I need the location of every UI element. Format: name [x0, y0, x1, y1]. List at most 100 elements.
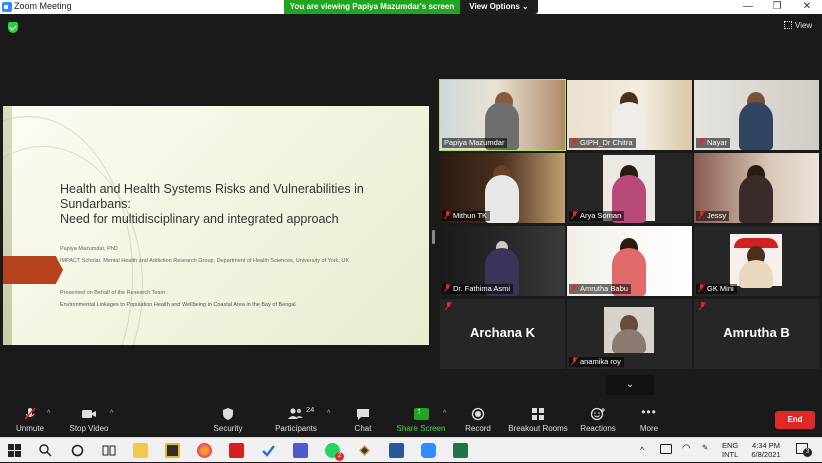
pen-icon[interactable]: ✎: [702, 443, 708, 452]
zoom-taskbar-icon[interactable]: [421, 443, 436, 458]
breakout-rooms-icon: [506, 407, 570, 421]
wifi-icon[interactable]: ◠: [682, 443, 691, 454]
video-tile[interactable]: GIPH_Dr Chitra: [567, 80, 692, 150]
video-tile-off[interactable]: Archana K: [440, 299, 565, 369]
minimize-button[interactable]: —: [733, 0, 763, 14]
video-options-caret[interactable]: ^: [110, 410, 113, 417]
participant-body: [739, 260, 773, 288]
security-label: Security: [213, 424, 243, 433]
muted-mic-icon: [445, 302, 452, 310]
video-tile[interactable]: Papiya Mazumdar: [439, 79, 566, 151]
muted-mic-icon: [444, 284, 451, 292]
maximize-button[interactable]: ❐: [762, 0, 792, 14]
participant-name: Nayar: [696, 138, 731, 148]
file-explorer-icon[interactable]: [133, 443, 148, 458]
clock-date: 6/8/2021: [751, 450, 781, 459]
encryption-shield-icon[interactable]: [8, 22, 18, 33]
shared-screen-slide: Health and Health Systems Risks and Vuln…: [3, 106, 429, 345]
video-tile[interactable]: Jessy: [694, 153, 819, 223]
language-indicator[interactable]: ENG INTL: [722, 441, 738, 459]
screen-share-banner: You are viewing Papiya Mazumdar's screen: [284, 0, 460, 14]
grid-icon: [784, 21, 792, 29]
end-meeting-button[interactable]: End: [775, 411, 815, 429]
participants-options-caret[interactable]: ^: [327, 410, 330, 417]
view-layout-button[interactable]: View: [784, 21, 812, 30]
video-tile-off[interactable]: Amrutha B: [694, 299, 819, 369]
reactions-button[interactable]: Reactions: [578, 407, 618, 435]
video-tile[interactable]: GK Mini: [694, 226, 819, 296]
participant-name: Mithun TK: [442, 211, 491, 221]
participants-count: 24: [306, 405, 315, 414]
whatsapp-icon[interactable]: 2: [325, 443, 344, 461]
view-options-button[interactable]: View Options ⌄: [460, 0, 538, 14]
share-options-caret[interactable]: ^: [443, 410, 446, 417]
record-icon: [460, 407, 496, 421]
chat-button[interactable]: Chat: [348, 407, 378, 435]
reactions-label: Reactions: [580, 424, 616, 433]
gallery-next-page-button[interactable]: ⌄: [606, 375, 654, 395]
search-icon[interactable]: [38, 443, 53, 458]
slide-author: Papiya Mazumdar, PhD: [60, 246, 118, 252]
stop-video-button[interactable]: Stop Video: [66, 407, 112, 435]
language-code: ENG: [722, 441, 739, 450]
participants-label: Participants: [275, 424, 317, 433]
video-tile[interactable]: Dr. Fathima Asmi: [440, 226, 565, 296]
muted-mic-icon: [571, 284, 578, 292]
unmute-button[interactable]: Unmute: [10, 407, 50, 435]
acrobat-icon[interactable]: [229, 443, 244, 458]
audio-options-caret[interactable]: ^: [47, 410, 50, 417]
windows-taskbar: 2 ^ ◠ ✎ ENG INTL 4:34 PM 6/8/2021 3: [0, 437, 822, 462]
record-button[interactable]: Record: [460, 407, 496, 435]
slide-accent-arrow: [3, 256, 63, 284]
teams-icon[interactable]: [293, 443, 308, 458]
stop-video-label: Stop Video: [69, 424, 109, 433]
battery-icon[interactable]: [660, 444, 672, 454]
video-tile[interactable]: Mithun TK: [440, 153, 565, 223]
share-screen-label: Share Screen: [396, 424, 446, 433]
word-icon[interactable]: [389, 443, 404, 458]
notification-center-icon[interactable]: 3: [796, 443, 812, 457]
slide-affiliation: IMPACT Scholar, Mental Health and Addict…: [60, 258, 349, 264]
sticky-notes-icon[interactable]: [165, 443, 180, 458]
excel-icon[interactable]: [453, 443, 468, 458]
share-screen-button[interactable]: Share Screen: [394, 406, 448, 435]
video-tile[interactable]: Amrutha Babu: [567, 226, 692, 296]
participant-big-name: Archana K: [469, 325, 536, 340]
clock[interactable]: 4:34 PM 6/8/2021: [748, 441, 784, 459]
cortana-icon[interactable]: [70, 443, 85, 458]
video-tile[interactable]: anamika roy: [567, 299, 692, 369]
task-view-icon[interactable]: [101, 443, 116, 458]
more-button[interactable]: ••• More: [634, 406, 664, 435]
app-knot-icon[interactable]: [357, 443, 372, 458]
firefox-icon[interactable]: [197, 443, 212, 458]
participant-name: GK Mini: [696, 284, 737, 294]
todo-check-icon[interactable]: [261, 443, 276, 458]
split-divider-handle[interactable]: [432, 230, 435, 244]
muted-mic-icon: [571, 138, 578, 146]
muted-mic-icon: [10, 407, 50, 421]
participant-name: Arya Soman: [569, 211, 625, 221]
security-shield-icon: [208, 407, 248, 421]
muted-mic-icon: [571, 357, 578, 365]
participant-name: anamika roy: [569, 357, 624, 367]
video-tile[interactable]: Nayar: [694, 80, 819, 150]
unmute-label: Unmute: [15, 424, 44, 433]
participant-name: GIPH_Dr Chitra: [569, 138, 636, 148]
window-title: Zoom Meeting: [14, 1, 72, 11]
muted-mic-icon: [698, 138, 705, 146]
muted-mic-icon: [571, 211, 578, 219]
breakout-rooms-label: Breakout Rooms: [508, 424, 568, 433]
breakout-rooms-button[interactable]: Breakout Rooms: [506, 407, 570, 435]
share-screen-icon: [413, 406, 429, 420]
security-button[interactable]: Security: [208, 407, 248, 435]
zoom-app-icon: [2, 2, 12, 12]
participant-name: Papiya Mazumdar: [442, 138, 508, 148]
muted-mic-icon: [698, 284, 705, 292]
notification-count: 3: [803, 448, 812, 457]
video-tile[interactable]: Arya Soman: [567, 153, 692, 223]
close-button[interactable]: ✕: [792, 0, 822, 14]
video-camera-icon: [66, 407, 112, 421]
windows-start-icon[interactable]: [8, 444, 21, 457]
tray-overflow-chevron[interactable]: ^: [640, 445, 644, 455]
slide-project: Environmental Linkages to Population Hea…: [60, 302, 296, 308]
